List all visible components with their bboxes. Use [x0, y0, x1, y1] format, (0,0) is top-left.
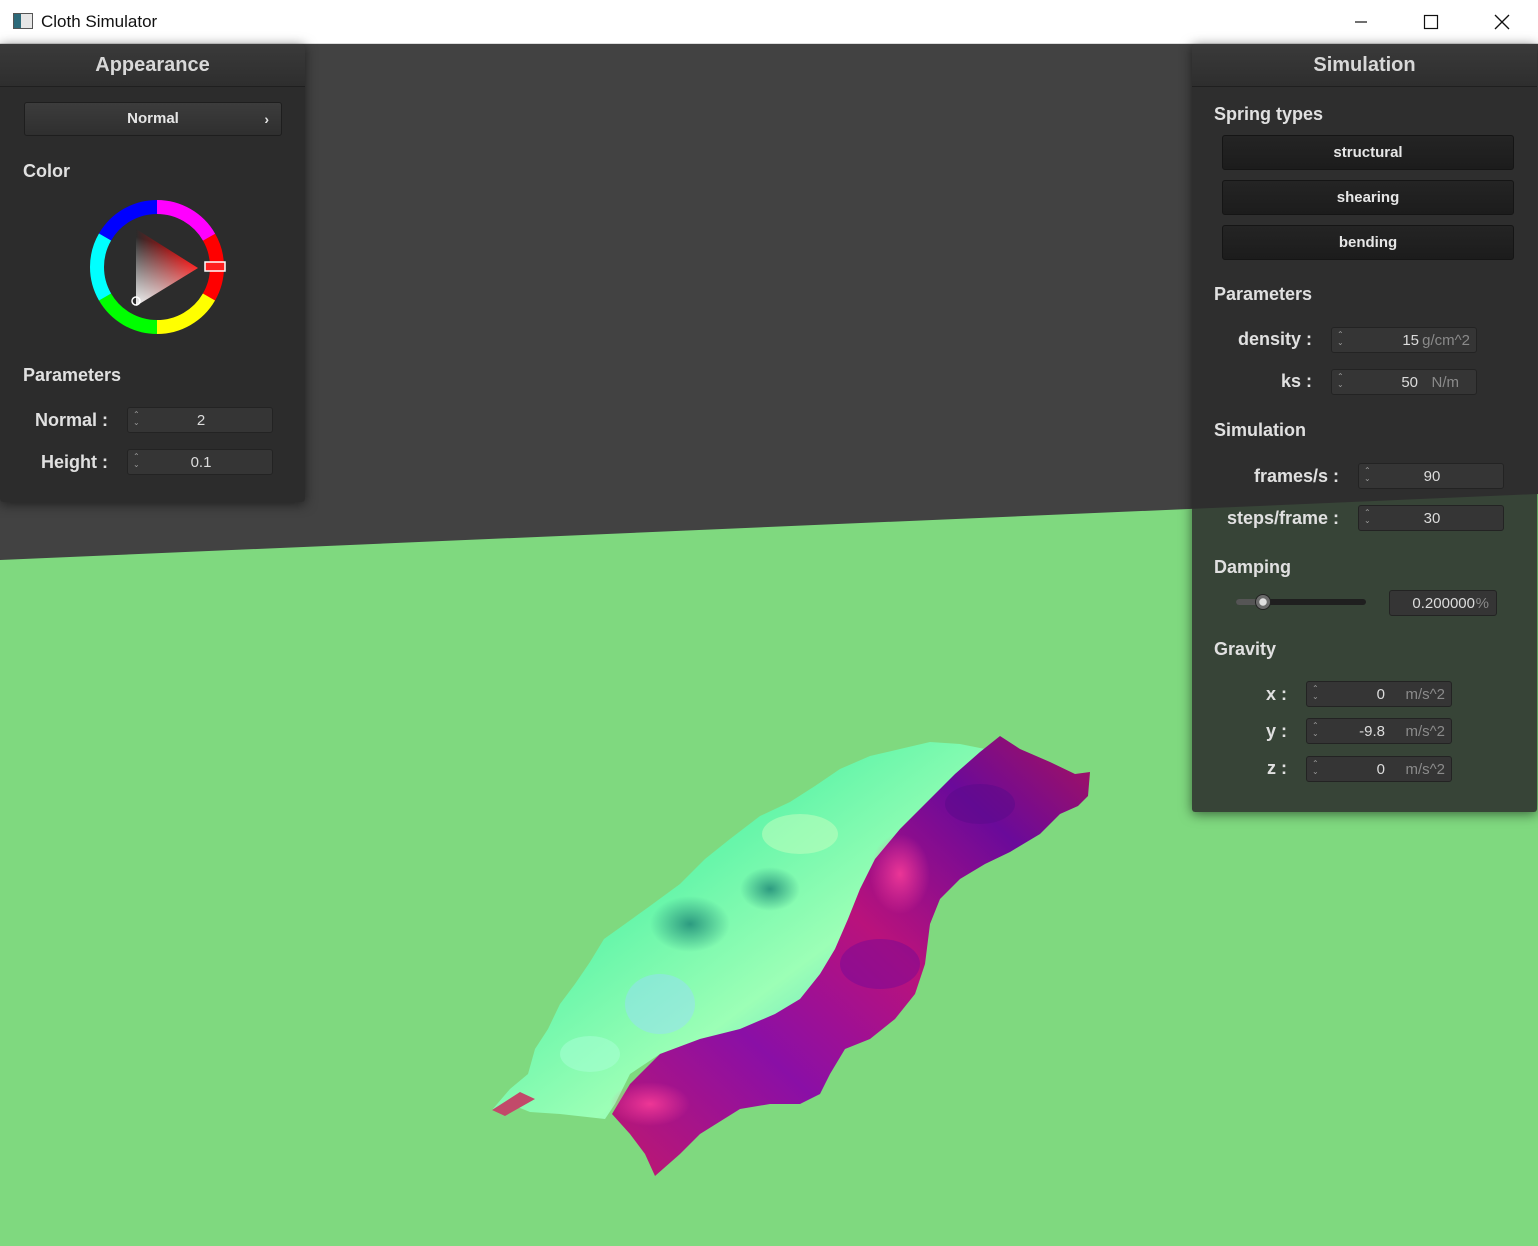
- app-icon: [13, 13, 33, 29]
- steps-value: 30: [1423, 510, 1441, 527]
- maximize-button[interactable]: [1408, 0, 1454, 44]
- appearance-params-label: Parameters: [23, 365, 122, 385]
- normal-value: 2: [196, 412, 206, 429]
- height-value: 0.1: [190, 454, 212, 471]
- spinner-icon[interactable]: ⌃ ⌄: [1312, 760, 1320, 778]
- window-title: Cloth Simulator: [41, 12, 158, 31]
- cloth-shade: [870, 834, 930, 914]
- gravity-x-input[interactable]: ⌃ ⌄ 0 m/s^2: [1306, 681, 1452, 707]
- density-label: density :: [1237, 329, 1312, 349]
- gravity-z-value: 0: [1376, 761, 1385, 778]
- steps-label: steps/frame :: [1226, 508, 1339, 528]
- gravity-y-label: y :: [1265, 721, 1287, 741]
- chevron-right-icon: ›: [264, 111, 269, 127]
- spinner-icon[interactable]: ⌃ ⌄: [1337, 331, 1345, 349]
- gravity-x-label: x :: [1265, 684, 1287, 704]
- cloth-shade: [610, 1082, 690, 1126]
- damping-input[interactable]: 0.200000 %: [1389, 590, 1497, 616]
- structural-toggle[interactable]: structural: [1222, 135, 1514, 170]
- damping-value: 0.200000: [1412, 595, 1475, 612]
- cloth-shade: [840, 939, 920, 989]
- gravity-label: Gravity: [1214, 639, 1277, 659]
- normal-input[interactable]: ⌃ ⌄ 2: [127, 407, 273, 433]
- density-value: 15: [1402, 332, 1419, 349]
- cloth-shade: [650, 896, 730, 952]
- close-button[interactable]: [1479, 0, 1525, 44]
- cloth-shade: [625, 974, 695, 1034]
- gravity-z-unit: m/s^2: [1405, 761, 1445, 778]
- ks-input[interactable]: ⌃ ⌄ 50 N/m: [1331, 369, 1477, 395]
- density-input[interactable]: ⌃ ⌄ 15 g/cm^2: [1331, 327, 1477, 353]
- damping-slider[interactable]: [1236, 594, 1366, 610]
- gravity-x-value: 0: [1376, 686, 1385, 703]
- maximize-icon: [1423, 14, 1439, 30]
- damping-label: Damping: [1214, 557, 1292, 577]
- steps-input[interactable]: ⌃ ⌄ 30: [1358, 505, 1504, 531]
- spinner-icon[interactable]: ⌃ ⌄: [1337, 373, 1345, 391]
- gravity-y-unit: m/s^2: [1405, 723, 1445, 740]
- hue-marker[interactable]: [204, 261, 226, 272]
- shearing-toggle[interactable]: shearing: [1222, 180, 1514, 215]
- sim-params-label: Parameters: [1214, 284, 1313, 304]
- cloth-shade: [740, 867, 800, 911]
- cloth-shade: [762, 814, 838, 854]
- close-icon: [1494, 14, 1510, 30]
- minimize-button[interactable]: [1338, 0, 1384, 44]
- height-input[interactable]: ⌃ ⌄ 0.1: [127, 449, 273, 475]
- shader-select-label: Normal: [127, 110, 179, 127]
- spring-types-label: Spring types: [1214, 104, 1324, 124]
- density-unit: g/cm^2: [1422, 332, 1470, 349]
- gravity-y-input[interactable]: ⌃ ⌄ -9.8 m/s^2: [1306, 718, 1452, 744]
- damping-unit: %: [1475, 595, 1489, 612]
- shader-select[interactable]: Normal ›: [24, 102, 282, 136]
- gravity-z-input[interactable]: ⌃ ⌄ 0 m/s^2: [1306, 756, 1452, 782]
- ks-label: ks :: [1280, 371, 1312, 391]
- cloth-shade: [945, 784, 1015, 824]
- spinner-icon[interactable]: ⌃ ⌄: [1312, 685, 1320, 703]
- fps-value: 90: [1423, 468, 1441, 485]
- normal-label: Normal :: [34, 410, 108, 430]
- fps-input[interactable]: ⌃ ⌄ 90: [1358, 463, 1504, 489]
- simulation-header: Simulation: [1192, 44, 1537, 87]
- gravity-z-label: z :: [1267, 758, 1287, 778]
- height-label: Height :: [41, 452, 108, 472]
- ks-unit: N/m: [1431, 374, 1460, 391]
- gravity-y-value: -9.8: [1359, 723, 1385, 740]
- color-label: Color: [23, 161, 70, 181]
- cloth-shade: [560, 1036, 620, 1072]
- saturation-triangle-shade: [136, 229, 198, 306]
- color-wheel[interactable]: [86, 198, 230, 338]
- simulation-section-label: Simulation: [1214, 420, 1307, 440]
- fps-label: frames/s :: [1253, 466, 1339, 486]
- minimize-icon: [1355, 21, 1367, 23]
- spinner-icon[interactable]: ⌃ ⌄: [1312, 722, 1320, 740]
- appearance-panel: Appearance Normal › Color Parameters Nor…: [0, 44, 305, 502]
- appearance-header: Appearance: [0, 44, 305, 87]
- slider-handle[interactable]: [1255, 594, 1271, 610]
- bending-toggle[interactable]: bending: [1222, 225, 1514, 260]
- gravity-x-unit: m/s^2: [1405, 686, 1445, 703]
- title-bar: Cloth Simulator: [0, 0, 1538, 44]
- simulation-panel: Simulation Spring types structural shear…: [1192, 44, 1537, 812]
- ks-value: 50: [1401, 374, 1418, 391]
